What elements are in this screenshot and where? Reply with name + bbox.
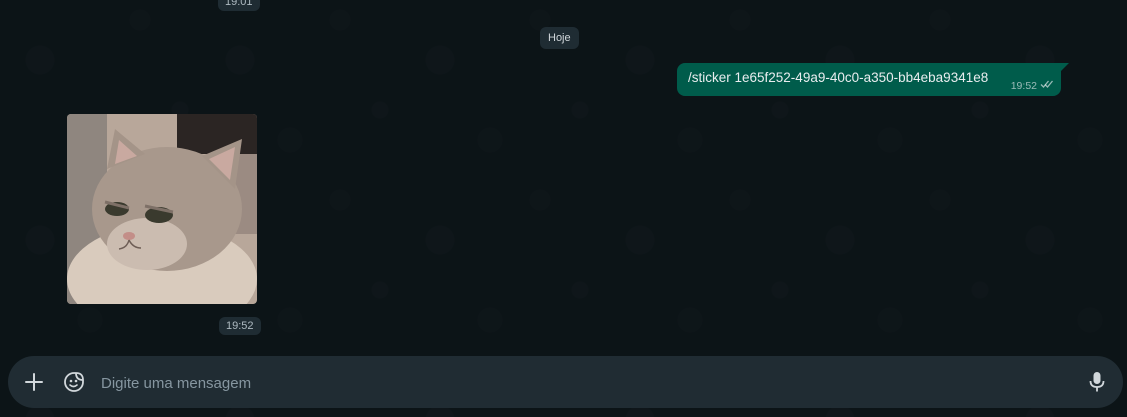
chat-panel: 19:01 Hoje /sticker 1e65f252-49a9-40c0-a…	[0, 0, 1127, 417]
date-separator: Hoje	[540, 27, 579, 49]
outgoing-message-bubble[interactable]: /sticker 1e65f252-49a9-40c0-a350-bb4eba9…	[677, 63, 1069, 96]
outgoing-message-time: 19:52	[1010, 79, 1037, 92]
previous-message-time: 19:01	[218, 0, 260, 11]
microphone-icon[interactable]	[1085, 370, 1109, 394]
message-input[interactable]	[99, 367, 1063, 399]
double-check-icon	[1040, 79, 1054, 92]
plus-icon[interactable]	[22, 370, 46, 394]
message-meta: 19:52	[1011, 79, 1054, 92]
outgoing-message-text: /sticker 1e65f252-49a9-40c0-a350-bb4eba9…	[688, 70, 989, 85]
sticker-time: 19:52	[219, 317, 261, 335]
cat-sticker[interactable]	[67, 114, 257, 304]
message-composer	[8, 356, 1123, 408]
sticker-icon[interactable]	[62, 370, 86, 394]
